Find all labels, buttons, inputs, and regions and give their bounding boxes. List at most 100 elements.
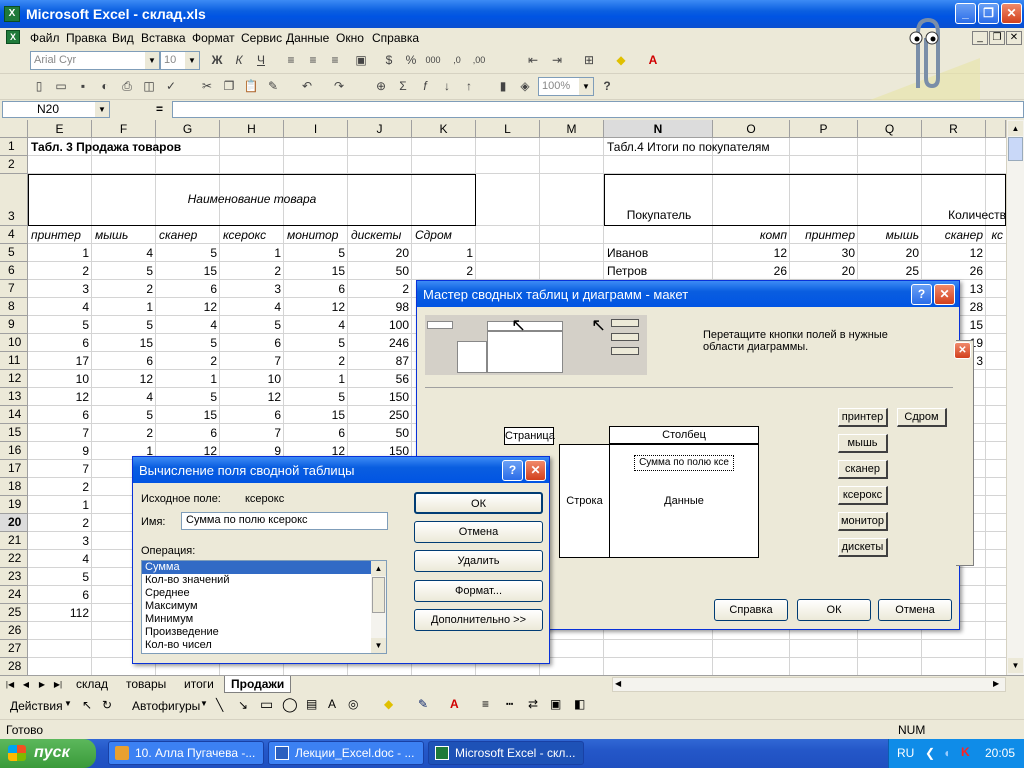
copy-icon[interactable]: ❐ <box>220 78 238 95</box>
column-header-L[interactable]: L <box>476 120 540 138</box>
function-icon[interactable]: f <box>416 78 434 95</box>
table4-cell[interactable]: 20 <box>793 264 855 278</box>
horizontal-scrollbar[interactable]: ◀ ▶ <box>612 677 1006 692</box>
table4-title[interactable]: Табл.4 Итоги по покупателям <box>607 140 857 154</box>
table3-cell[interactable]: 6 <box>31 408 89 422</box>
line-style-icon[interactable]: ≡ <box>482 697 489 711</box>
data-drop-area[interactable]: Сумма по полю ксе Данные <box>609 444 759 558</box>
field-help-button[interactable]: ? <box>502 460 523 481</box>
operation-item[interactable]: Минимум <box>142 613 386 626</box>
line-icon[interactable]: ╲ <box>216 698 223 712</box>
currency-icon[interactable]: $ <box>380 52 398 69</box>
actions-menu[interactable]: Действия <box>10 699 63 713</box>
autoshapes-menu[interactable]: Автофигуры <box>132 699 200 713</box>
close-button[interactable]: ✕ <box>1001 3 1022 24</box>
column-header-K[interactable]: K <box>412 120 476 138</box>
table3-cell[interactable]: 6 <box>223 336 281 350</box>
table3-cell[interactable]: 1 <box>159 372 217 386</box>
sort-asc-icon[interactable]: ↓ <box>438 78 456 95</box>
operation-item[interactable]: Кол-во значений <box>142 574 386 587</box>
table3-cell[interactable]: 2 <box>223 264 281 278</box>
new-icon[interactable]: ▯ <box>30 78 48 95</box>
office-assistant[interactable] <box>870 8 980 100</box>
menu-edit[interactable]: Правка <box>66 31 107 45</box>
chevron-down-icon[interactable]: ▼ <box>579 78 593 95</box>
rectangle-icon[interactable]: ▭ <box>260 696 273 713</box>
table3-cell[interactable]: 5 <box>31 318 89 332</box>
table3-cell[interactable]: 5 <box>223 318 281 332</box>
table3-cell[interactable]: 12 <box>31 390 89 404</box>
wordart-icon[interactable]: A <box>328 697 336 711</box>
table4-buyer[interactable]: Иванов <box>607 246 710 260</box>
print-preview-icon[interactable]: ◫ <box>140 78 158 95</box>
row-header-4[interactable]: 4 <box>0 226 28 244</box>
table3-cell[interactable]: 4 <box>95 246 153 260</box>
menu-tools[interactable]: Сервис <box>241 31 282 45</box>
row-header-17[interactable]: 17 <box>0 460 28 478</box>
table3-cell[interactable]: 3 <box>31 534 89 548</box>
column-header-M[interactable]: M <box>540 120 604 138</box>
listbox-scrollbar[interactable]: ▲ ▼ <box>371 561 386 653</box>
table3-cell[interactable]: 20 <box>351 246 409 260</box>
table3-cell[interactable]: 112 <box>31 606 89 620</box>
scroll-down-icon[interactable]: ▼ <box>371 638 386 653</box>
table3-cell[interactable]: 7 <box>223 426 281 440</box>
table3-cell[interactable]: 1 <box>95 300 153 314</box>
pivot-cancel-button[interactable]: Отмена <box>878 599 952 621</box>
row-header-6[interactable]: 6 <box>0 262 28 280</box>
fill-color-icon[interactable]: ◆ <box>384 697 393 711</box>
pivot-close-button[interactable]: ✕ <box>934 284 955 305</box>
drawing-icon[interactable]: ◈ <box>516 78 534 95</box>
merge-cells-icon[interactable]: ▣ <box>352 52 370 69</box>
table3-cell[interactable]: 2 <box>31 480 89 494</box>
table3-cell[interactable]: 6 <box>159 426 217 440</box>
table3-cell[interactable]: 15 <box>159 264 217 278</box>
decrease-indent-icon[interactable]: ⇤ <box>524 52 542 69</box>
row-header-20[interactable]: 20 <box>0 514 28 532</box>
table3-header[interactable]: сканер <box>159 228 217 242</box>
restore-button[interactable]: ❐ <box>978 3 999 24</box>
table3-cell[interactable]: 6 <box>287 426 345 440</box>
increase-decimal-icon[interactable]: ,0 <box>448 52 466 69</box>
menu-format[interactable]: Формат <box>192 31 235 45</box>
table3-cell[interactable]: 56 <box>351 372 409 386</box>
table3-cell[interactable]: 9 <box>31 444 89 458</box>
table3-cell[interactable]: 100 <box>351 318 409 332</box>
field-more-button[interactable]: Дополнительно >> <box>414 609 543 631</box>
table3-cell[interactable]: 246 <box>351 336 409 350</box>
table3-cell[interactable]: 98 <box>351 300 409 314</box>
fill-color-icon[interactable]: ◆ <box>612 52 630 69</box>
row-header-5[interactable]: 5 <box>0 244 28 262</box>
table4-buyer[interactable]: Петров <box>607 264 710 278</box>
table4-cell[interactable]: 20 <box>861 246 919 260</box>
table3-cell[interactable]: 1 <box>415 246 473 260</box>
next-sheet-icon[interactable]: ▶ <box>36 678 48 691</box>
field-close-button[interactable]: ✕ <box>525 460 546 481</box>
operation-item[interactable]: Произведение <box>142 626 386 639</box>
table3-cell[interactable]: 5 <box>95 408 153 422</box>
row-header-1[interactable]: 1 <box>0 138 28 156</box>
table3-header[interactable]: мышь <box>95 228 153 242</box>
table3-cell[interactable]: 1 <box>31 246 89 260</box>
table3-cell[interactable]: 15 <box>287 408 345 422</box>
table4-cell[interactable]: 12 <box>925 246 983 260</box>
table3-cell[interactable]: 7 <box>31 426 89 440</box>
name-box[interactable]: N20 ▼ <box>2 101 110 118</box>
grid-corner[interactable] <box>0 120 28 138</box>
table3-cell[interactable]: 10 <box>31 372 89 386</box>
table4-cell[interactable]: 25 <box>861 264 919 278</box>
table3-cell[interactable]: 6 <box>31 588 89 602</box>
hyperlink-icon[interactable]: ⊕ <box>372 78 390 95</box>
row-header-8[interactable]: 8 <box>0 298 28 316</box>
row-header-12[interactable]: 12 <box>0 370 28 388</box>
table4-cell[interactable]: 12 <box>716 246 787 260</box>
row-header-3[interactable]: 3 <box>0 174 28 226</box>
table3-cell[interactable]: 7 <box>31 462 89 476</box>
table4-cell[interactable]: 26 <box>716 264 787 278</box>
table4-header[interactable]: принтер <box>793 228 855 242</box>
taskbar-button-word[interactable]: Лекции_Excel.doc - ... <box>268 741 424 765</box>
column-header-I[interactable]: I <box>284 120 348 138</box>
table3-cell[interactable]: 12 <box>287 300 345 314</box>
table3-cell[interactable]: 15 <box>287 264 345 278</box>
table3-cell[interactable]: 17 <box>31 354 89 368</box>
